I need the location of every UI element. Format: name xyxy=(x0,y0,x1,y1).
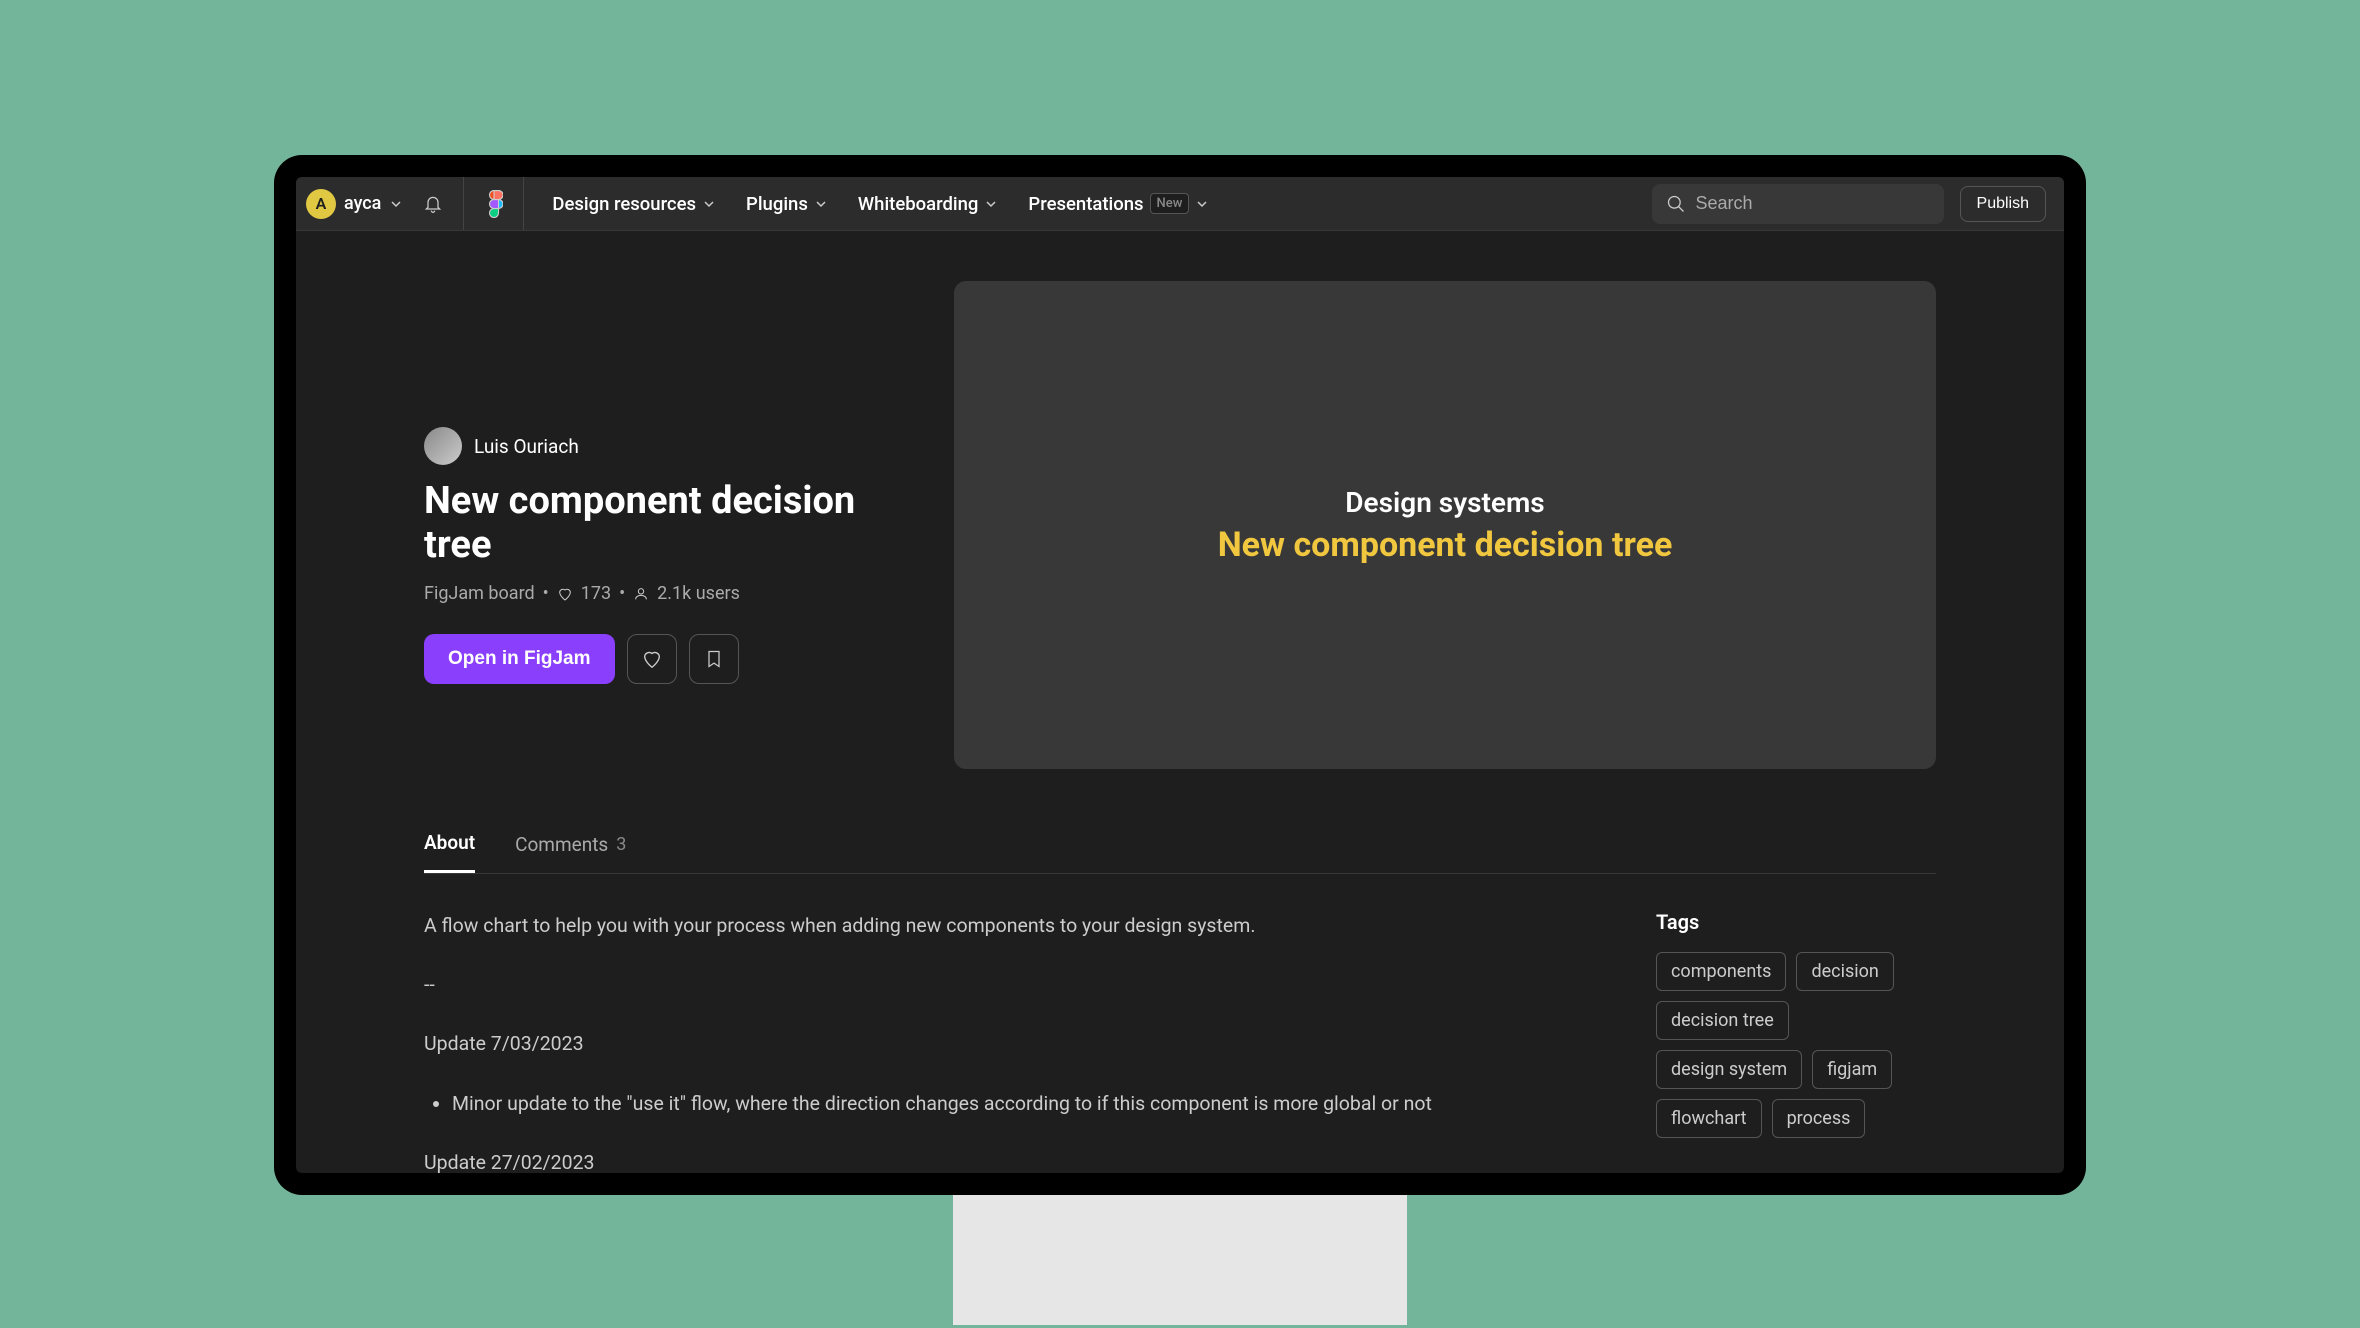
heart-icon xyxy=(557,586,573,602)
tag[interactable]: components xyxy=(1656,952,1786,991)
chevron-down-icon xyxy=(984,197,998,211)
description-divider: -- xyxy=(424,969,1536,1000)
monitor-stand xyxy=(953,1195,1407,1325)
search-icon xyxy=(1666,194,1686,214)
nav-label: Plugins xyxy=(746,193,808,215)
notifications-icon[interactable] xyxy=(417,194,449,214)
topbar: A ayca Design resources xyxy=(296,177,2064,231)
chevron-down-icon xyxy=(702,197,716,211)
nav-plugins[interactable]: Plugins xyxy=(746,193,828,215)
nav-design-resources[interactable]: Design resources xyxy=(552,193,716,215)
chevron-down-icon xyxy=(814,197,828,211)
bookmark-button[interactable] xyxy=(689,634,739,684)
sidebar: Tags components decisiondecision tree desi… xyxy=(1656,910,1936,1173)
bookmark-icon xyxy=(704,649,724,669)
tag[interactable]: decision xyxy=(1796,952,1893,991)
nav-label: Whiteboarding xyxy=(858,193,979,215)
tag[interactable]: flowchart xyxy=(1656,1099,1762,1138)
nav-whiteboarding[interactable]: Whiteboarding xyxy=(858,193,999,215)
description: A flow chart to help you with your proce… xyxy=(424,910,1536,1173)
nav-label: Presentations xyxy=(1028,193,1143,215)
tab-comments[interactable]: Comments 3 xyxy=(515,831,626,873)
preview-subtitle: Design systems xyxy=(1345,486,1544,519)
badge-new: New xyxy=(1150,193,1190,214)
update-item: Minor update to the "use it" flow, where… xyxy=(452,1088,1536,1119)
figma-logo[interactable] xyxy=(464,177,524,230)
preview-thumbnail[interactable]: Design systems New component decision tr… xyxy=(954,281,1936,769)
resource-type: FigJam board xyxy=(424,583,535,604)
resource-title: New component decision tree xyxy=(424,479,894,567)
tabs: About Comments 3 xyxy=(424,831,1936,874)
tag[interactable]: design system xyxy=(1656,1050,1802,1089)
heart-icon xyxy=(641,648,663,670)
users-icon xyxy=(633,586,649,602)
tags-heading: Tags xyxy=(1656,910,1936,934)
like-button[interactable] xyxy=(627,634,677,684)
author-link[interactable]: Luis Ouriach xyxy=(424,427,894,465)
tag[interactable]: decision tree xyxy=(1656,1001,1789,1040)
tab-about[interactable]: About xyxy=(424,831,475,873)
user-menu[interactable]: A ayca xyxy=(306,177,464,230)
search-input[interactable] xyxy=(1652,184,1944,224)
author-avatar xyxy=(424,427,462,465)
description-intro: A flow chart to help you with your proce… xyxy=(424,910,1536,941)
tag[interactable]: figjam xyxy=(1812,1050,1892,1089)
tags-list: components decisiondecision tree design sy… xyxy=(1656,952,1936,1138)
users-count: 2.1k users xyxy=(657,583,740,604)
open-in-figjam-button[interactable]: Open in FigJam xyxy=(424,634,615,684)
avatar: A xyxy=(306,189,336,219)
comments-count: 3 xyxy=(616,834,626,855)
tag[interactable]: process xyxy=(1772,1099,1866,1138)
search-field[interactable] xyxy=(1696,193,1930,214)
likes-count: 173 xyxy=(581,583,611,604)
chevron-down-icon xyxy=(389,197,403,211)
author-name: Luis Ouriach xyxy=(474,435,579,458)
update-heading: Update 7/03/2023 xyxy=(424,1028,1536,1059)
tab-label: Comments xyxy=(515,833,608,856)
update-heading: Update 27/02/2023 xyxy=(424,1147,1536,1173)
user-name: ayca xyxy=(344,193,381,214)
chevron-down-icon xyxy=(1195,197,1209,211)
nav-label: Design resources xyxy=(552,193,696,215)
preview-title: New component decision tree xyxy=(1218,525,1673,565)
main-nav: Design resources Plugins Whiteboarding P… xyxy=(552,193,1651,215)
publish-button[interactable]: Publish xyxy=(1960,186,2046,222)
nav-presentations[interactable]: Presentations New xyxy=(1028,193,1209,215)
resource-meta: FigJam board • 173 • 2.1k users xyxy=(424,583,894,604)
